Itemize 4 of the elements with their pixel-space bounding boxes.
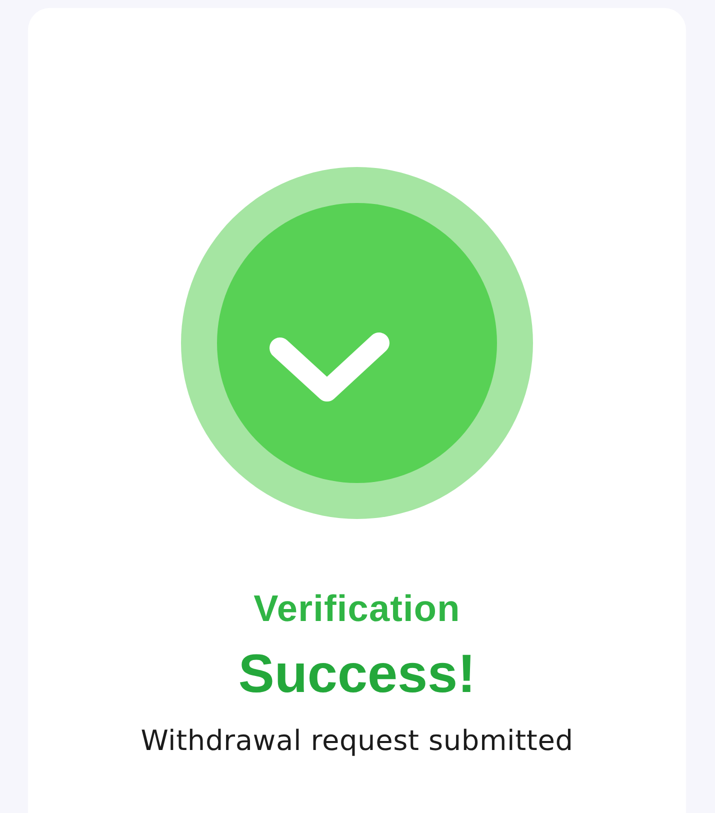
check-circle-icon — [181, 167, 533, 519]
status-message: Withdrawal request submitted — [140, 724, 574, 757]
status-title: Verification — [254, 588, 460, 631]
status-headline: Success! — [238, 642, 476, 705]
